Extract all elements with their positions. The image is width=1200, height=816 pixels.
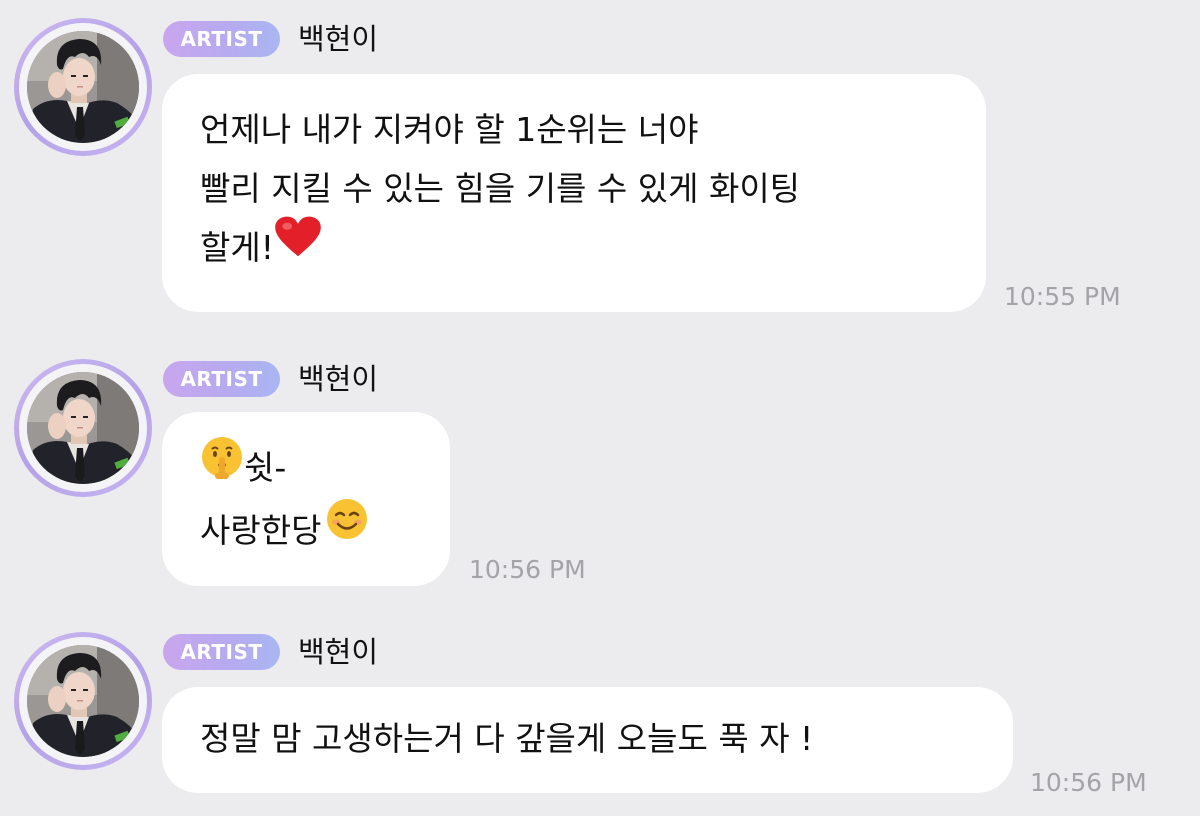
message-line: 빨리 지킬 수 있는 힘을 기를 수 있게 화이팅 [200,169,801,208]
message-line: 언제나 내가 지켜야 할 1순위는 너야 [200,110,699,149]
sender-name: 백현이 [298,22,379,56]
avatar-photo [27,645,139,757]
message-line: 정말 맘 고생하는거 다 갚을게 오늘도 푹 자 ! [200,719,814,758]
avatar[interactable] [14,359,152,497]
shushing-face-emoji [200,435,244,497]
message-line: 할게! [200,228,274,267]
smiling-face-emoji [325,497,369,559]
sender-name: 백현이 [298,635,379,669]
message-bubble[interactable]: 쉿- 사랑한당 [162,412,450,586]
message-bubble[interactable]: 언제나 내가 지켜야 할 1순위는 너야 빨리 지킬 수 있는 힘을 기를 수 … [162,74,986,312]
timestamp: 10:55 PM [1004,282,1121,311]
artist-badge: ARTIST [163,21,280,57]
avatar[interactable] [14,18,152,156]
timestamp: 10:56 PM [469,555,586,584]
avatar[interactable] [14,632,152,770]
artist-badge: ARTIST [163,361,280,397]
heart-emoji [274,215,322,277]
avatar-photo [27,31,139,143]
message-line: 쉿- [244,448,287,487]
chat-thread: ARTIST 백현이 언제나 내가 지켜야 할 1순위는 너야 빨리 지킬 수 … [0,0,1200,816]
message-line: 사랑한당 [200,510,322,550]
avatar-photo [27,372,139,484]
artist-badge: ARTIST [163,634,280,670]
timestamp: 10:56 PM [1030,768,1147,797]
sender-name: 백현이 [298,362,379,396]
message-bubble[interactable]: 정말 맘 고생하는거 다 갚을게 오늘도 푹 자 ! [162,687,1013,793]
